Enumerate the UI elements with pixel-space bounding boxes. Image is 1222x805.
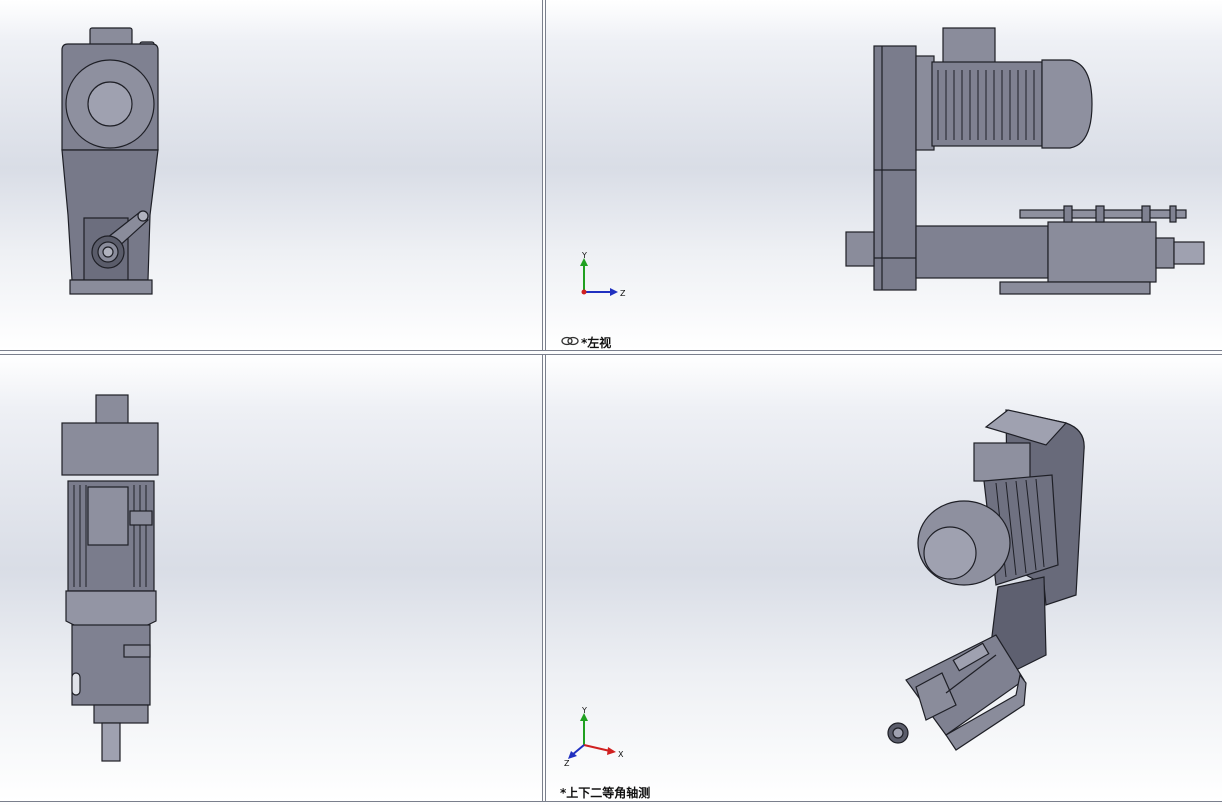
coordinate-triad-left: Y Z xyxy=(580,251,626,298)
triad-label-x-iso: X xyxy=(618,750,624,759)
view-label-isometric: *上下二等角轴测 xyxy=(560,786,651,800)
viewport-isometric[interactable]: Y X Z *上下二等角轴测 xyxy=(546,355,1222,801)
triad-label-y: Y xyxy=(581,251,587,260)
model-top-view[interactable] xyxy=(0,355,542,801)
splitter-horizontal[interactable] xyxy=(0,350,1222,355)
viewport-front[interactable] xyxy=(0,0,542,350)
triad-label-z-iso: Z xyxy=(564,759,570,767)
model-left-view[interactable] xyxy=(546,0,1222,350)
chain-link-icon xyxy=(561,336,579,346)
viewport-left[interactable]: Y Z *左视 xyxy=(546,0,1222,350)
four-view-layout: Y Z *左视 Y X Z *上下二等角轴测 xyxy=(0,0,1222,805)
triad-label-z: Z xyxy=(620,289,626,298)
model-front-view[interactable] xyxy=(0,0,542,350)
viewport-top[interactable] xyxy=(0,355,542,801)
bottom-border xyxy=(0,801,1222,805)
triad-label-y-iso: Y xyxy=(581,706,587,715)
splitter-vertical[interactable] xyxy=(542,0,546,805)
view-label-left: *左视 xyxy=(581,336,612,350)
coordinate-triad-isometric: Y X Z xyxy=(564,706,624,767)
model-isometric-view[interactable] xyxy=(546,355,1222,801)
